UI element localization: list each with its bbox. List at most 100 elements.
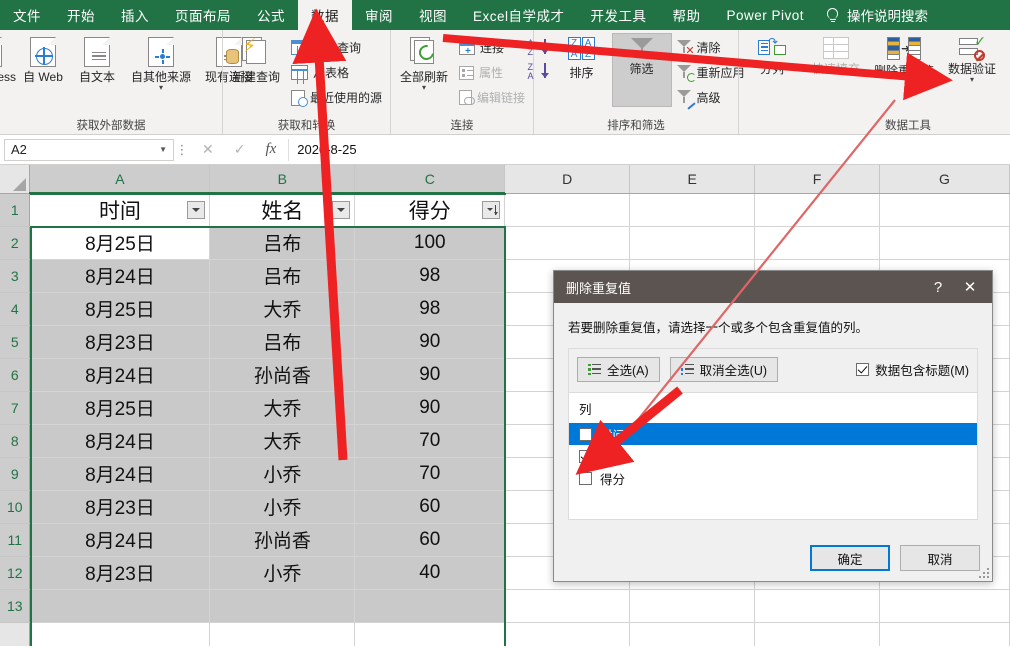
help-icon[interactable]: ? [922,272,954,302]
row-header-3[interactable]: 3 [0,259,31,293]
row-header-7[interactable]: 7 [0,391,31,425]
cell-C9[interactable]: 70 [354,457,506,491]
has-headers-checkbox[interactable]: 数据包含标题(M) [856,360,969,379]
row-header-9[interactable]: 9 [0,457,31,491]
close-icon[interactable]: ✕ [954,272,986,302]
name-box[interactable]: A2 ▼ [4,138,174,161]
checkbox-icon[interactable] [579,427,592,441]
cell-C11[interactable]: 60 [354,523,506,557]
ribbon-tab-data[interactable]: 数据 [298,0,352,30]
from-other-sources-button[interactable]: 自其他来源 ▾ [128,34,194,106]
checkbox-icon[interactable] [579,471,592,485]
cell-F1[interactable] [754,193,880,227]
ribbon-tab-page-layout[interactable]: 页面布局 [162,0,244,30]
cell-B3[interactable]: 吕布 [209,259,356,293]
remove-duplicates-button[interactable]: ➜ 删除重复值 [871,34,937,106]
row-header-11[interactable]: 11 [0,523,31,557]
cell-A11[interactable]: 8月24日 [29,523,211,557]
column-header-C[interactable]: C [354,165,506,194]
cell-B14[interactable] [209,622,356,646]
cell-B13[interactable] [209,589,356,623]
cell-C8[interactable]: 70 [354,424,506,458]
cell-B10[interactable]: 小乔 [209,490,356,524]
cell-E13[interactable] [629,589,756,623]
column-header-A[interactable]: A [29,165,211,194]
select-all-corner[interactable] [0,165,31,194]
ribbon-tab-file[interactable]: 文件 [0,0,54,30]
cell-A9[interactable]: 8月24日 [29,457,211,491]
filter-dropdown-B1[interactable] [332,200,351,219]
unselect-all-button[interactable]: 取消全选(U) [669,357,779,382]
ribbon-tab-help[interactable]: 帮助 [660,0,714,30]
column-header-E[interactable]: E [629,165,756,194]
cell-C1[interactable]: 得分 [354,193,506,227]
show-queries-button[interactable]: 显示查询 [287,36,386,59]
cell-A4[interactable]: 8月25日 [29,292,211,326]
cell-A2[interactable]: 8月25日 [29,226,211,260]
cell-C14[interactable] [354,622,506,646]
from-web-button[interactable]: 自 Web [20,34,66,106]
cell-E14[interactable] [629,622,756,646]
ribbon-tab-review[interactable]: 审阅 [352,0,406,30]
cell-A1[interactable]: 时间 [29,193,211,227]
row-header-5[interactable]: 5 [0,325,31,359]
cell-A14[interactable] [29,622,211,646]
cell-C4[interactable]: 98 [354,292,506,326]
cell-G2[interactable] [879,226,1010,260]
list-item-name[interactable]: 姓名 [569,445,977,467]
column-header-F[interactable]: F [754,165,880,194]
cell-A12[interactable]: 8月23日 [29,556,211,590]
cell-B9[interactable]: 小乔 [209,457,356,491]
filter-dropdown-A1[interactable] [187,200,206,219]
column-header-D[interactable]: D [504,165,631,194]
cell-B4[interactable]: 大乔 [209,292,356,326]
formula-input[interactable]: 2020-8-25 [288,138,1010,161]
column-header-B[interactable]: B [209,165,356,194]
cell-F2[interactable] [754,226,880,260]
checkbox-icon[interactable] [579,449,592,463]
connections-button[interactable]: + 连接 [455,36,529,59]
ribbon-tab-excel-self-study[interactable]: Excel自学成才 [460,0,578,30]
list-item-score[interactable]: 得分 [569,467,977,489]
row-header-12[interactable]: 12 [0,556,31,590]
cell-A8[interactable]: 8月24日 [29,424,211,458]
refresh-all-button[interactable]: 全部刷新 ▾ [395,34,453,106]
filter-dropdown-sorted-C1[interactable] [482,200,501,219]
cell-C2[interactable]: 100 [354,226,506,260]
row-header-14[interactable] [0,622,31,646]
row-header-4[interactable]: 4 [0,292,31,326]
from-text-button[interactable]: 自文本 [68,34,126,106]
cell-C7[interactable]: 90 [354,391,506,425]
row-header-13[interactable]: 13 [0,589,31,623]
cell-C3[interactable]: 98 [354,259,506,293]
cell-C5[interactable]: 90 [354,325,506,359]
cancel-button[interactable]: 取消 [900,545,980,571]
cell-D14[interactable] [504,622,631,646]
select-all-button[interactable]: 全选(A) [577,357,660,382]
cell-D13[interactable] [504,589,631,623]
ribbon-tab-view[interactable]: 视图 [406,0,460,30]
cell-B1[interactable]: 姓名 [209,193,356,227]
chevron-down-icon[interactable]: ▾ [422,84,426,92]
column-header-G[interactable]: G [879,165,1010,194]
cell-B11[interactable]: 孙尚香 [209,523,356,557]
check-icon[interactable]: ✓ [234,141,246,158]
row-header-2[interactable]: 2 [0,226,31,260]
cell-E1[interactable] [629,193,756,227]
cell-G14[interactable] [879,622,1010,646]
cell-D2[interactable] [504,226,631,260]
from-table-button[interactable]: 从表格 [287,61,386,84]
cell-C13[interactable] [354,589,506,623]
ribbon-tab-insert[interactable]: 插入 [108,0,162,30]
cell-B6[interactable]: 孙尚香 [209,358,356,392]
cell-A13[interactable] [29,589,211,623]
from-access-button[interactable]: A 自 Access [0,34,18,106]
cell-F13[interactable] [754,589,880,623]
cell-D1[interactable] [504,193,631,227]
cell-A6[interactable]: 8月24日 [29,358,211,392]
ribbon-tab-formulas[interactable]: 公式 [244,0,298,30]
cell-G13[interactable] [879,589,1010,623]
row-header-10[interactable]: 10 [0,490,31,524]
sort-descending-icon[interactable]: ZA [528,62,552,82]
list-item-time[interactable]: 时间 [569,423,977,445]
